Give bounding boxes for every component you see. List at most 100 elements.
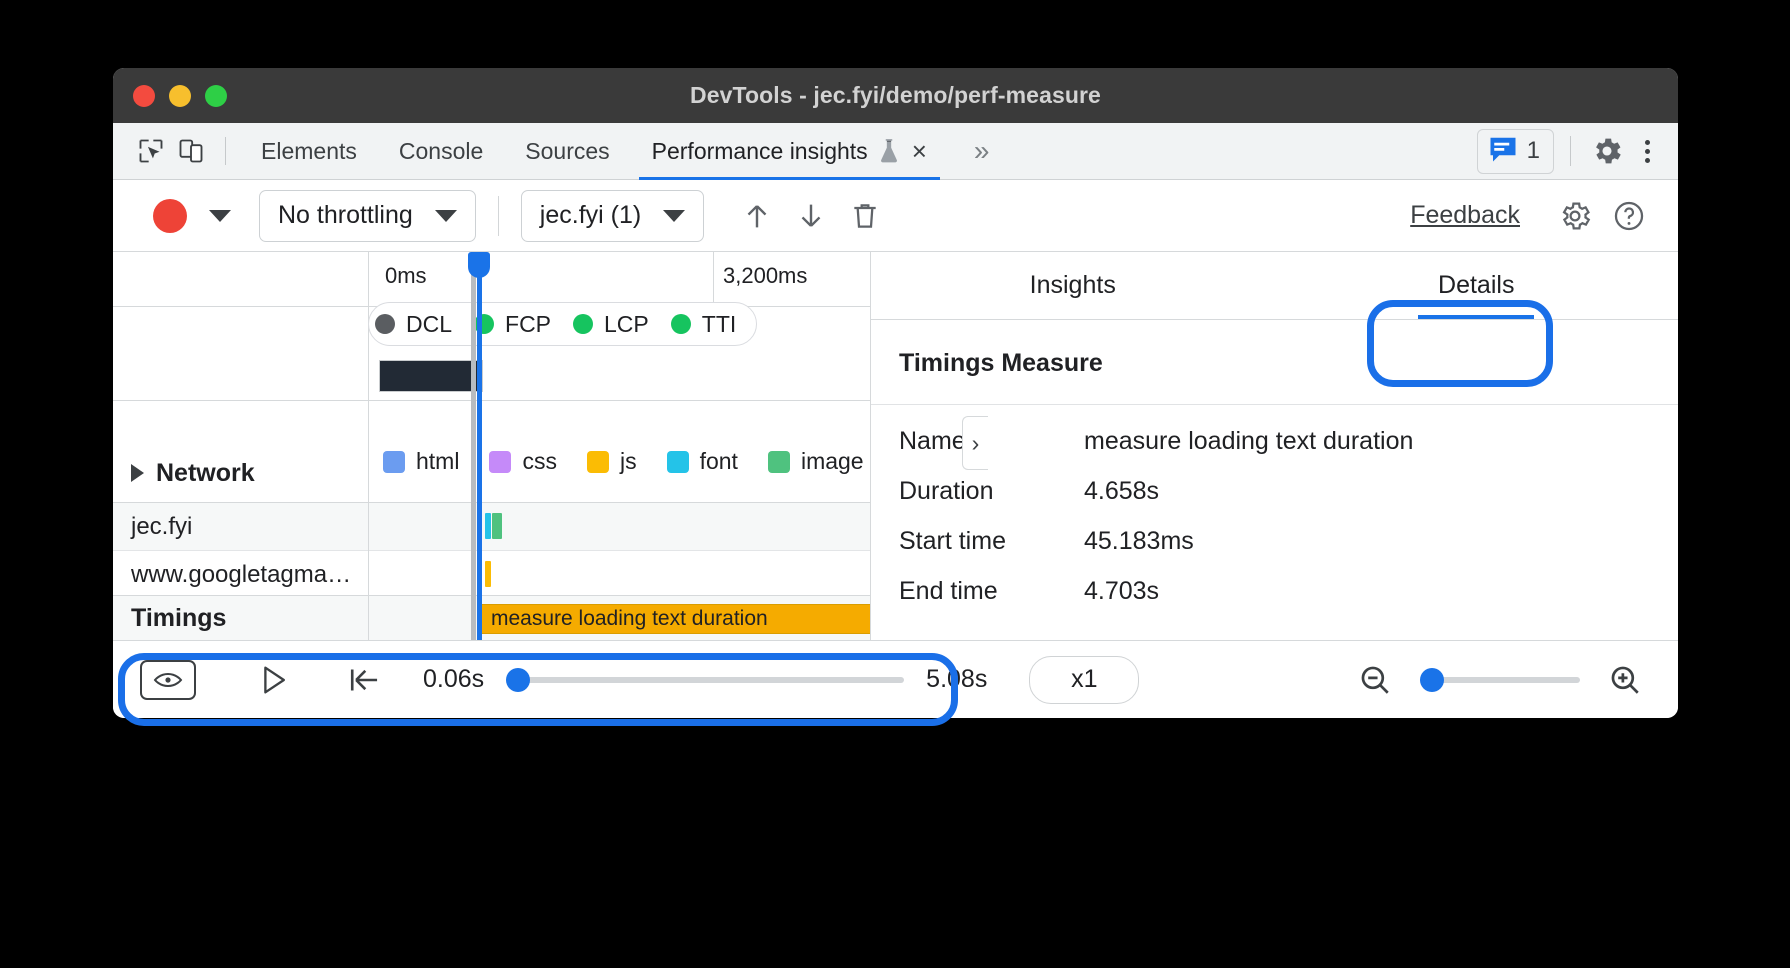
details-field-end-time: End time 4.703s [899,577,1678,606]
record-options-chevron-down-icon[interactable] [209,210,231,222]
timeline-secondary-marker [471,252,476,640]
playhead-handle[interactable] [468,252,490,278]
close-tab-icon[interactable]: × [912,138,927,164]
range-start-label: 0.06s [423,665,484,694]
inspect-element-icon[interactable] [131,131,171,171]
lcp-marker-dot [573,314,593,334]
more-tabs-icon[interactable]: » [966,135,994,167]
dcl-marker-dot [375,314,395,334]
screenshot-root: DevTools - jec.fyi/demo/perf-measure Ele… [0,0,1790,968]
metric-lcp[interactable]: LCP [573,311,649,338]
tab-insights[interactable]: Insights [871,252,1275,319]
sidebar-pane: Insights Details Timings Measure Name me… [871,252,1678,640]
network-request-row[interactable]: jec.fyi [113,503,870,550]
chevron-down-icon [663,210,685,222]
legend-label-image: image [801,448,864,475]
issues-button[interactable]: 1 [1477,129,1554,174]
metrics-markers-pill[interactable]: DCL FCP LCP TTI [368,302,757,346]
details-field-duration: Duration 4.658s [899,477,1678,506]
timeline-controls-bar: 0.06s 5.08s x1 [113,640,1678,718]
zoom-in-icon[interactable] [1594,652,1656,708]
details-field-key: Start time [899,527,1084,556]
device-toolbar-icon[interactable] [171,131,211,171]
playback-speed-button[interactable]: x1 [1029,656,1139,704]
ruler-tick-1: 3,200ms [723,263,807,289]
timeline-ruler[interactable]: 0ms 3,200ms [113,252,870,307]
range-end-label: 5.08s [926,665,987,694]
track-group-network-label: Network [156,459,255,488]
metric-lcp-label: LCP [604,311,649,338]
legend-item-html: html [383,448,459,475]
toggle-screenshots-button[interactable] [137,652,199,708]
details-field-value: 45.183ms [1084,527,1194,556]
network-request-name: jec.fyi [113,513,368,541]
tab-sources[interactable]: Sources [504,123,630,180]
zoom-thumb[interactable] [1420,668,1444,692]
tab-performance-insights[interactable]: Performance insights × [631,123,948,180]
metric-tti-label: TTI [702,311,737,338]
sidebar-tabs: Insights Details [871,252,1678,320]
network-request-name: www.googletagma… [113,561,368,589]
panel-body: 0ms 3,200ms DCL FCP LCP [113,252,1678,640]
throttling-select[interactable]: No throttling [259,190,476,242]
details-field-key: End time [899,577,1084,606]
timeline-range-slider[interactable] [506,660,904,700]
record-button[interactable] [153,199,187,233]
legend-item-js: js [587,448,637,475]
tti-marker-dot [671,314,691,334]
zoom-out-icon[interactable] [1344,652,1406,708]
range-track [506,677,904,683]
legend-item-image: image [768,448,864,475]
download-profile-icon[interactable] [784,189,838,243]
issues-message-icon [1488,135,1518,168]
target-select[interactable]: jec.fyi (1) [521,190,704,242]
tab-performance-insights-label: Performance insights [652,138,868,165]
metric-tti[interactable]: TTI [671,311,737,338]
devtools-window: DevTools - jec.fyi/demo/perf-measure Ele… [113,68,1678,718]
network-type-legend: html css js font [383,448,871,475]
timeline-playhead[interactable] [477,252,482,640]
metric-fcp[interactable]: FCP [474,311,551,338]
metric-fcp-label: FCP [505,311,551,338]
target-value: jec.fyi (1) [540,201,641,230]
details-field-key: Duration [899,477,1084,506]
ruler-tick-0: 0ms [385,263,427,289]
timeline-vertical-divider [368,252,369,640]
zoom-track [1420,677,1580,683]
expand-triangle-icon[interactable] [131,464,144,482]
network-request-row[interactable]: www.googletagma… [113,551,870,598]
track-group-timings-label: Timings [113,604,368,633]
timeline-pane[interactable]: 0ms 3,200ms DCL FCP LCP [113,252,871,640]
screenshot-eye-icon [140,660,196,700]
tab-console[interactable]: Console [378,123,504,180]
capture-settings-gear-icon[interactable] [1548,189,1602,243]
timings-measure-bar[interactable]: measure loading text duration [481,604,871,634]
tab-elements[interactable]: Elements [240,123,378,180]
details-field-value: measure loading text duration [1084,427,1413,456]
play-button[interactable] [243,652,305,708]
help-icon[interactable] [1602,189,1656,243]
kebab-menu-icon[interactable] [1631,140,1664,163]
expand-sidebar-chevron-right-icon[interactable]: › [962,416,988,470]
jump-to-start-button[interactable] [333,652,395,708]
metric-dcl[interactable]: DCL [375,311,452,338]
upload-profile-icon[interactable] [730,189,784,243]
filmstrip-screenshot[interactable] [379,360,483,392]
clear-recording-icon[interactable] [838,189,892,243]
tab-details[interactable]: Details [1275,252,1679,319]
legend-item-font: font [667,448,738,475]
experiment-flask-icon [878,138,900,164]
feedback-link[interactable]: Feedback [1410,201,1520,230]
track-group-timings[interactable]: Timings measure loading text duration [113,595,870,640]
zoom-controls [1344,652,1656,708]
zoom-slider[interactable] [1420,660,1580,700]
legend-swatch-js [587,451,609,473]
gear-icon[interactable] [1587,131,1627,171]
track-group-network[interactable]: Network [113,445,368,501]
details-field-name: Name measure loading text duration [899,427,1678,456]
details-field-start-time: Start time 45.183ms [899,527,1678,556]
window-titlebar: DevTools - jec.fyi/demo/perf-measure [113,68,1678,123]
devtools-tabbar: Elements Console Sources Performance ins… [113,123,1678,180]
range-thumb-start[interactable] [506,668,530,692]
chevron-down-icon [435,210,457,222]
